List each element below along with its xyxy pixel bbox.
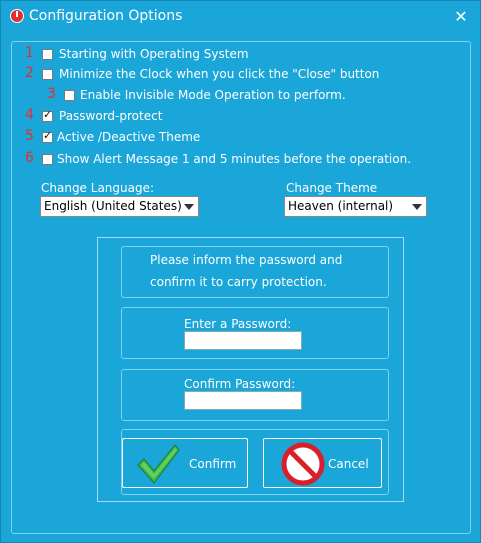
- close-button[interactable]: ✕: [450, 6, 472, 28]
- option-label-invisible-mode: Enable Invisible Mode Operation to perfo…: [80, 88, 346, 102]
- theme-value: Heaven (internal): [288, 199, 394, 213]
- chevron-down-icon: [412, 204, 422, 210]
- theme-select[interactable]: Heaven (internal): [284, 196, 427, 217]
- info-line-1: Please inform the password and: [150, 253, 343, 267]
- info-line-2: confirm it to carry protection.: [150, 275, 327, 289]
- cancel-label: Cancel: [328, 457, 369, 471]
- configuration-window: Configuration Options ✕ 1 Starting with …: [0, 0, 481, 543]
- option-label-alert-message: Show Alert Message 1 and 5 minutes befor…: [57, 152, 412, 166]
- enter-password-label: Enter a Password:: [184, 317, 292, 331]
- language-label: Change Language:: [41, 181, 155, 195]
- chevron-down-icon: [184, 204, 194, 210]
- checkbox-alert-message[interactable]: [42, 154, 53, 165]
- power-icon: [10, 9, 24, 23]
- confirm-password-input[interactable]: [184, 391, 302, 410]
- option-label-theme: Active /Deactive Theme: [57, 130, 201, 144]
- title-bar: Configuration Options ✕: [1, 1, 480, 33]
- language-select[interactable]: English (United States): [40, 196, 199, 217]
- checkbox-theme[interactable]: [42, 129, 53, 143]
- option-label-startup: Starting with Operating System: [59, 47, 249, 61]
- password-input[interactable]: [184, 331, 302, 350]
- confirm-button[interactable]: Confirm: [122, 438, 248, 488]
- checkbox-invisible-mode[interactable]: [64, 90, 75, 101]
- cancel-icon: [281, 442, 325, 486]
- option-number-4: 4: [25, 107, 34, 123]
- theme-label: Change Theme: [286, 181, 378, 195]
- confirm-password-label: Confirm Password:: [184, 377, 296, 391]
- option-number-1: 1: [25, 45, 34, 61]
- option-number-3: 3: [47, 86, 56, 102]
- option-number-5: 5: [25, 128, 34, 144]
- checkbox-password-protect[interactable]: [42, 108, 53, 122]
- option-label-password-protect: Password-protect: [59, 109, 163, 123]
- checkmark-icon: [137, 444, 180, 484]
- cancel-button[interactable]: Cancel: [263, 438, 382, 488]
- checkbox-minimize[interactable]: [42, 69, 53, 80]
- language-value: English (United States): [44, 199, 182, 213]
- option-number-2: 2: [25, 65, 34, 81]
- option-number-6: 6: [25, 150, 34, 166]
- confirm-label: Confirm: [189, 457, 237, 471]
- window-title: Configuration Options: [29, 8, 183, 24]
- checkbox-startup[interactable]: [42, 49, 53, 60]
- option-label-minimize: Minimize the Clock when you click the "C…: [59, 67, 380, 81]
